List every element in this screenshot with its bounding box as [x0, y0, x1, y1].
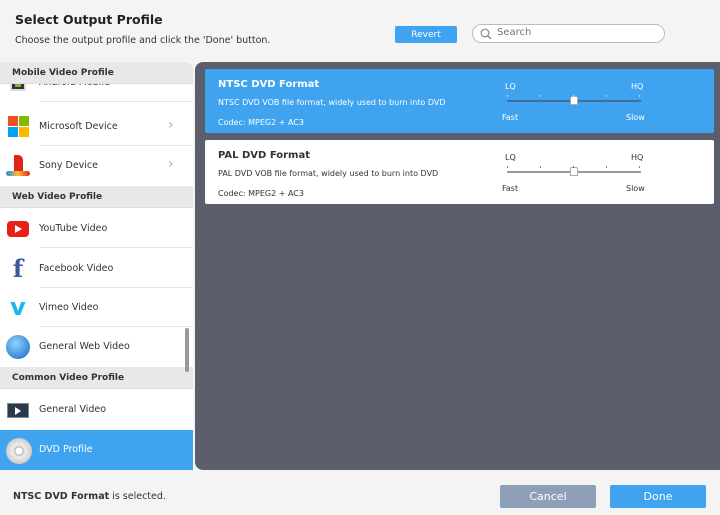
status-suffix: is selected.	[109, 491, 166, 502]
chevron-right-icon: ›	[168, 156, 174, 172]
slider-tick	[606, 166, 607, 168]
cancel-button[interactable]: Cancel	[500, 485, 596, 508]
lq-label: LQ	[505, 82, 516, 91]
lq-label: LQ	[505, 153, 516, 162]
sidebar-item-label: Sony Device	[39, 160, 98, 171]
vimeo-icon: v	[10, 293, 26, 321]
sidebar-item-label: Facebook Video	[39, 263, 114, 274]
dialog-subtitle: Choose the output profile and click the …	[15, 35, 271, 46]
sidebar-scrollbar[interactable]	[185, 328, 189, 372]
quality-slider-thumb[interactable]	[570, 167, 578, 176]
sidebar-item-label: Microsoft Device	[39, 121, 118, 132]
fast-label: Fast	[502, 184, 519, 193]
sidebar-item-youtube-video[interactable]: YouTube Video	[0, 209, 193, 248]
section-header-web: Web Video Profile	[0, 186, 193, 208]
sidebar-item-general-web-video[interactable]: General Web Video	[0, 327, 193, 366]
done-button[interactable]: Done	[610, 485, 706, 508]
profile-list: NTSC DVD Format NTSC DVD VOB file format…	[195, 62, 720, 470]
sidebar-item-facebook-video[interactable]: f Facebook Video	[0, 249, 193, 288]
slider-tick	[639, 166, 640, 168]
slider-tick	[507, 166, 508, 168]
microsoft-icon	[6, 115, 30, 139]
profile-category-list: Android Mobile› Mobile Video Profile Mic…	[0, 62, 193, 470]
sidebar-item-sony-device[interactable]: Sony Device ›	[0, 146, 193, 185]
slider-tick	[573, 166, 574, 168]
section-header-common: Common Video Profile	[0, 367, 193, 389]
hq-label: HQ	[631, 82, 644, 91]
sidebar-item-microsoft-device[interactable]: Microsoft Device ›	[0, 107, 193, 146]
search-icon	[480, 28, 492, 40]
profile-name: PAL DVD Format	[218, 150, 311, 161]
section-header-mobile: Mobile Video Profile	[0, 62, 193, 84]
slider-tick	[606, 95, 607, 97]
profile-codec: Codec: MPEG2 + AC3	[218, 118, 304, 127]
profile-description: PAL DVD VOB file format, widely used to …	[218, 169, 439, 178]
status-text: NTSC DVD Format is selected.	[13, 491, 166, 502]
slider-tick	[507, 95, 508, 97]
profile-codec: Codec: MPEG2 + AC3	[218, 189, 304, 198]
slow-label: Slow	[626, 113, 645, 122]
profile-description: NTSC DVD VOB file format, widely used to…	[218, 98, 446, 107]
slider-tick	[540, 95, 541, 97]
globe-icon	[6, 335, 30, 359]
slider-tick	[540, 166, 541, 168]
sidebar-item-label: General Video	[39, 404, 107, 415]
profile-card-pal[interactable]: PAL DVD Format PAL DVD VOB file format, …	[205, 140, 714, 204]
selected-profile-name: NTSC DVD Format	[13, 491, 110, 502]
facebook-icon: f	[12, 254, 24, 283]
slow-label: Slow	[626, 184, 645, 193]
sidebar-item-label: YouTube Video	[39, 223, 108, 234]
video-icon	[6, 398, 30, 422]
dvd-icon	[6, 438, 32, 464]
profile-card-ntsc[interactable]: NTSC DVD Format NTSC DVD VOB file format…	[205, 69, 714, 133]
profile-name: NTSC DVD Format	[218, 79, 320, 90]
quality-slider-thumb[interactable]	[570, 96, 578, 105]
search-input[interactable]	[497, 27, 657, 38]
dialog-title: Select Output Profile	[15, 12, 163, 27]
chevron-right-icon: ›	[168, 117, 174, 133]
sidebar-item-general-video[interactable]: General Video	[0, 390, 193, 429]
sidebar-item-label: Vimeo Video	[39, 302, 99, 313]
sidebar-item-label: DVD Profile	[39, 444, 93, 455]
slider-tick	[639, 95, 640, 97]
youtube-icon	[6, 217, 30, 241]
slider-tick	[573, 95, 574, 97]
sidebar-item-vimeo-video[interactable]: v Vimeo Video	[0, 288, 193, 327]
sidebar-item-dvd-profile[interactable]: DVD Profile	[0, 430, 193, 470]
fast-label: Fast	[502, 113, 519, 122]
hq-label: HQ	[631, 153, 644, 162]
sidebar-item-label: General Web Video	[39, 341, 130, 352]
playstation-icon	[6, 154, 30, 178]
revert-button[interactable]: Revert	[395, 26, 457, 43]
search-box[interactable]	[472, 24, 665, 43]
